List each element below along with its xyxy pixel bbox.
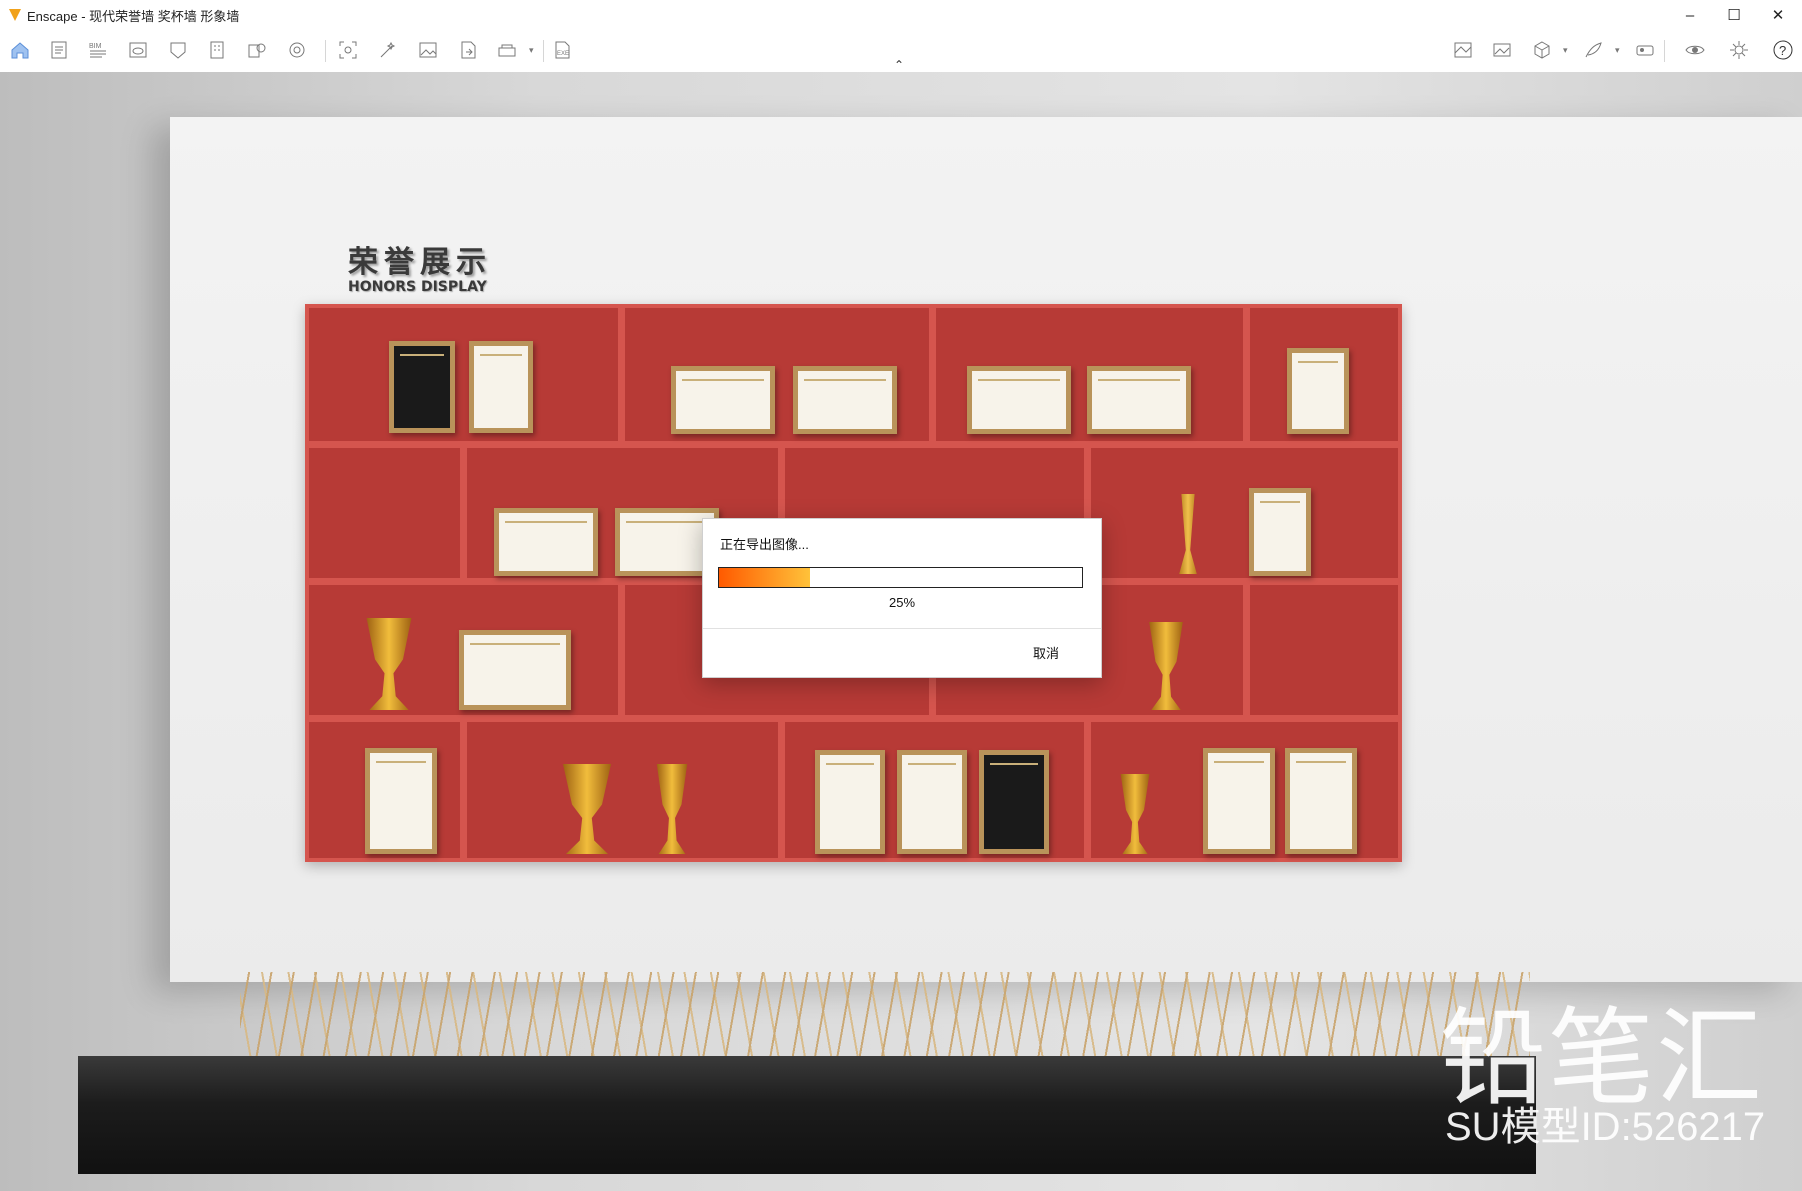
- certificate-frame: [815, 750, 885, 854]
- certificate-frame: [1249, 488, 1311, 576]
- certificate-frame: [1087, 366, 1191, 434]
- toolbar-divider: [1664, 40, 1665, 62]
- certificate-frame: [979, 750, 1049, 854]
- shelf-divider: [460, 448, 467, 578]
- home-icon[interactable]: [9, 39, 31, 61]
- collapse-toolbar-button[interactable]: ⌃: [894, 58, 904, 72]
- export-progress-bar: [718, 567, 1083, 588]
- chevron-down-icon[interactable]: ▾: [1563, 45, 1568, 56]
- toolbar-divider: [325, 40, 326, 62]
- certificate-frame: [459, 630, 571, 710]
- vr-icon[interactable]: [1634, 39, 1656, 61]
- shelf-divider: [1243, 585, 1250, 715]
- trophy: [1149, 622, 1183, 710]
- batch-render-icon[interactable]: [496, 39, 518, 61]
- trophy: [366, 618, 412, 710]
- sign-title-cn: 荣誉展示: [348, 245, 492, 280]
- svg-text:?: ?: [1779, 43, 1786, 58]
- dialog-divider: [703, 628, 1101, 629]
- certificate-frame: [967, 366, 1071, 434]
- certificate-frame: [1203, 748, 1275, 854]
- document-icon[interactable]: [48, 39, 70, 61]
- honors-sign: 荣誉展示 HONORS DISPLAY: [348, 237, 492, 295]
- chevron-down-icon[interactable]: ▾: [529, 45, 534, 56]
- certificate-frame: [469, 341, 533, 433]
- marble-plinth: [78, 1056, 1536, 1174]
- shelf-divider: [460, 722, 467, 862]
- magic-icon[interactable]: [377, 39, 399, 61]
- exe-export-icon[interactable]: EXE: [551, 39, 573, 61]
- settings-icon[interactable]: [1728, 39, 1750, 61]
- screenshot-icon[interactable]: [337, 39, 359, 61]
- shelf-divider: [1243, 308, 1250, 441]
- sign-title-en: HONORS DISPLAY: [348, 279, 487, 295]
- map-icon[interactable]: [1452, 39, 1474, 61]
- enscape-logo-icon: [9, 9, 21, 21]
- certificate-frame: [897, 750, 967, 854]
- trophy: [1179, 494, 1197, 574]
- watermark-model-id: SU模型ID:526217: [1445, 1105, 1766, 1149]
- dialog-title: 正在导出图像...: [720, 537, 809, 552]
- minimize-button[interactable]: –: [1668, 0, 1712, 30]
- certificate-frame: [365, 748, 437, 854]
- progress-fill: [719, 568, 810, 587]
- certificate-frame: [793, 366, 897, 434]
- file-export-icon[interactable]: [457, 39, 479, 61]
- close-button[interactable]: ✕: [1756, 0, 1800, 30]
- maximize-button[interactable]: ☐: [1712, 0, 1756, 30]
- shelf-divider: [778, 722, 785, 862]
- shelf-divider: [1084, 722, 1091, 862]
- eye-icon[interactable]: [1684, 39, 1706, 61]
- svg-text:BIM: BIM: [89, 43, 102, 50]
- trophy: [1120, 774, 1150, 854]
- chevron-down-icon[interactable]: ▾: [1615, 45, 1620, 56]
- window-title: Enscape - 现代荣誉墙 奖杯墙 形象墙: [27, 8, 240, 24]
- title-bar: Enscape - 现代荣誉墙 奖杯墙 形象墙 – ☐ ✕: [0, 0, 1802, 30]
- building-icon[interactable]: [206, 39, 228, 61]
- shelf-board: [309, 715, 1398, 722]
- export-progress-dialog: 正在导出图像... 25% 取消: [702, 518, 1102, 678]
- material-icon[interactable]: [286, 39, 308, 61]
- help-icon[interactable]: ?: [1772, 39, 1794, 61]
- certificate-frame: [671, 366, 775, 434]
- shelf-divider: [929, 308, 936, 441]
- trophy: [563, 764, 611, 854]
- trophy: [656, 764, 688, 854]
- progress-percent: 25%: [888, 595, 916, 610]
- visual-settings-icon[interactable]: [127, 39, 149, 61]
- shelf-board: [309, 441, 1398, 448]
- cancel-button[interactable]: 取消: [1033, 643, 1059, 662]
- export-icon[interactable]: [246, 39, 268, 61]
- gallery-icon[interactable]: [1491, 39, 1513, 61]
- shelf-divider: [618, 585, 625, 715]
- svg-text:EXE: EXE: [557, 51, 569, 57]
- certificate-frame: [494, 508, 598, 576]
- feather-icon[interactable]: [1582, 39, 1604, 61]
- certificate-frame: [1287, 348, 1349, 434]
- certificate-frame: [389, 341, 455, 433]
- asset-library-icon[interactable]: [167, 39, 189, 61]
- toolbar-divider: [543, 40, 544, 62]
- certificate-frame: [1285, 748, 1357, 854]
- image-icon[interactable]: [417, 39, 439, 61]
- shelf-divider: [618, 308, 625, 441]
- cube-icon[interactable]: [1531, 39, 1553, 61]
- bim-icon[interactable]: BIM: [87, 39, 109, 61]
